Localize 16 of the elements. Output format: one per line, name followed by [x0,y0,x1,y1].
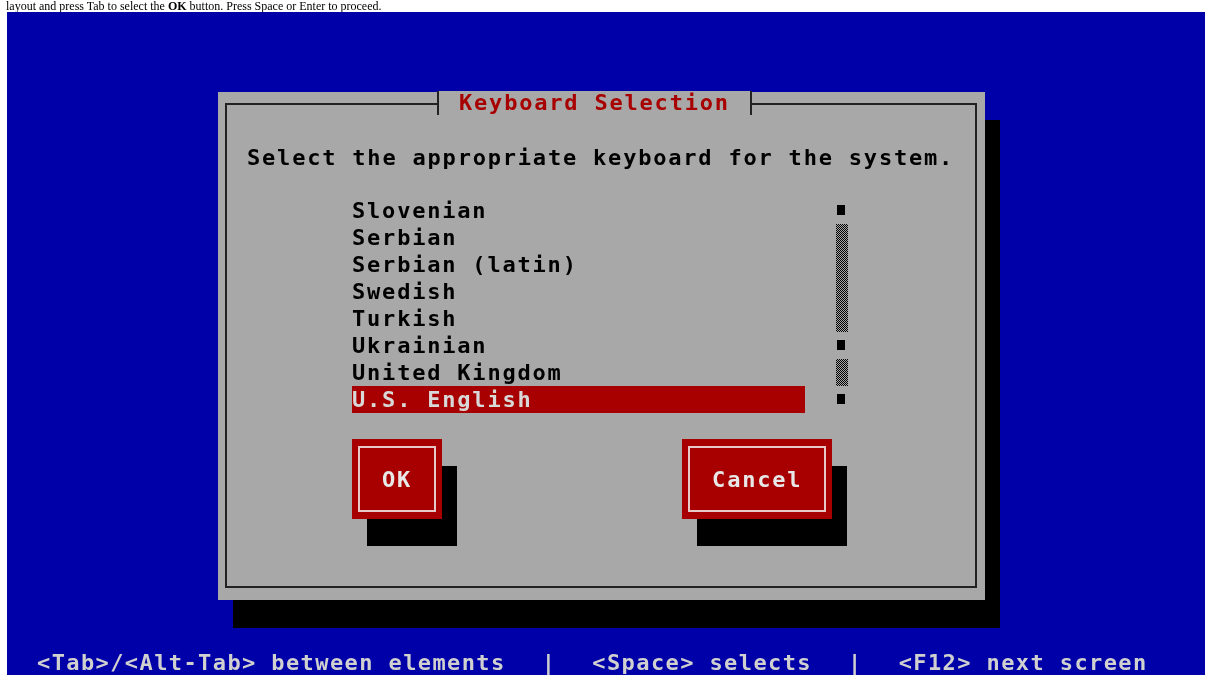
dialog-title: Keyboard Selection [437,91,752,115]
list-item[interactable]: Turkish [352,305,805,332]
separator: | [541,651,557,675]
list-item[interactable]: Slovenian [352,197,805,224]
list-item[interactable]: Ukrainian [352,332,805,359]
key-hint: <F12> next screen [898,651,1148,675]
list-item[interactable]: United Kingdom [352,359,805,386]
list-item[interactable]: U.S. English [352,386,805,413]
prompt-text: Select the appropriate keyboard for the system. [247,145,956,171]
list-item[interactable]: Swedish [352,278,805,305]
separator: | [848,651,863,675]
instruction-text: layout and press Tab to select the OK button. Press Space or Enter to proceed. [5,0,383,12]
key-hint: <Tab>/<Alt-Tab> between elements [37,651,506,675]
key-hint: <Space> selects [592,651,812,675]
list-item[interactable]: Serbian [352,224,805,251]
list-item[interactable]: Serbian (latin) [352,251,805,278]
